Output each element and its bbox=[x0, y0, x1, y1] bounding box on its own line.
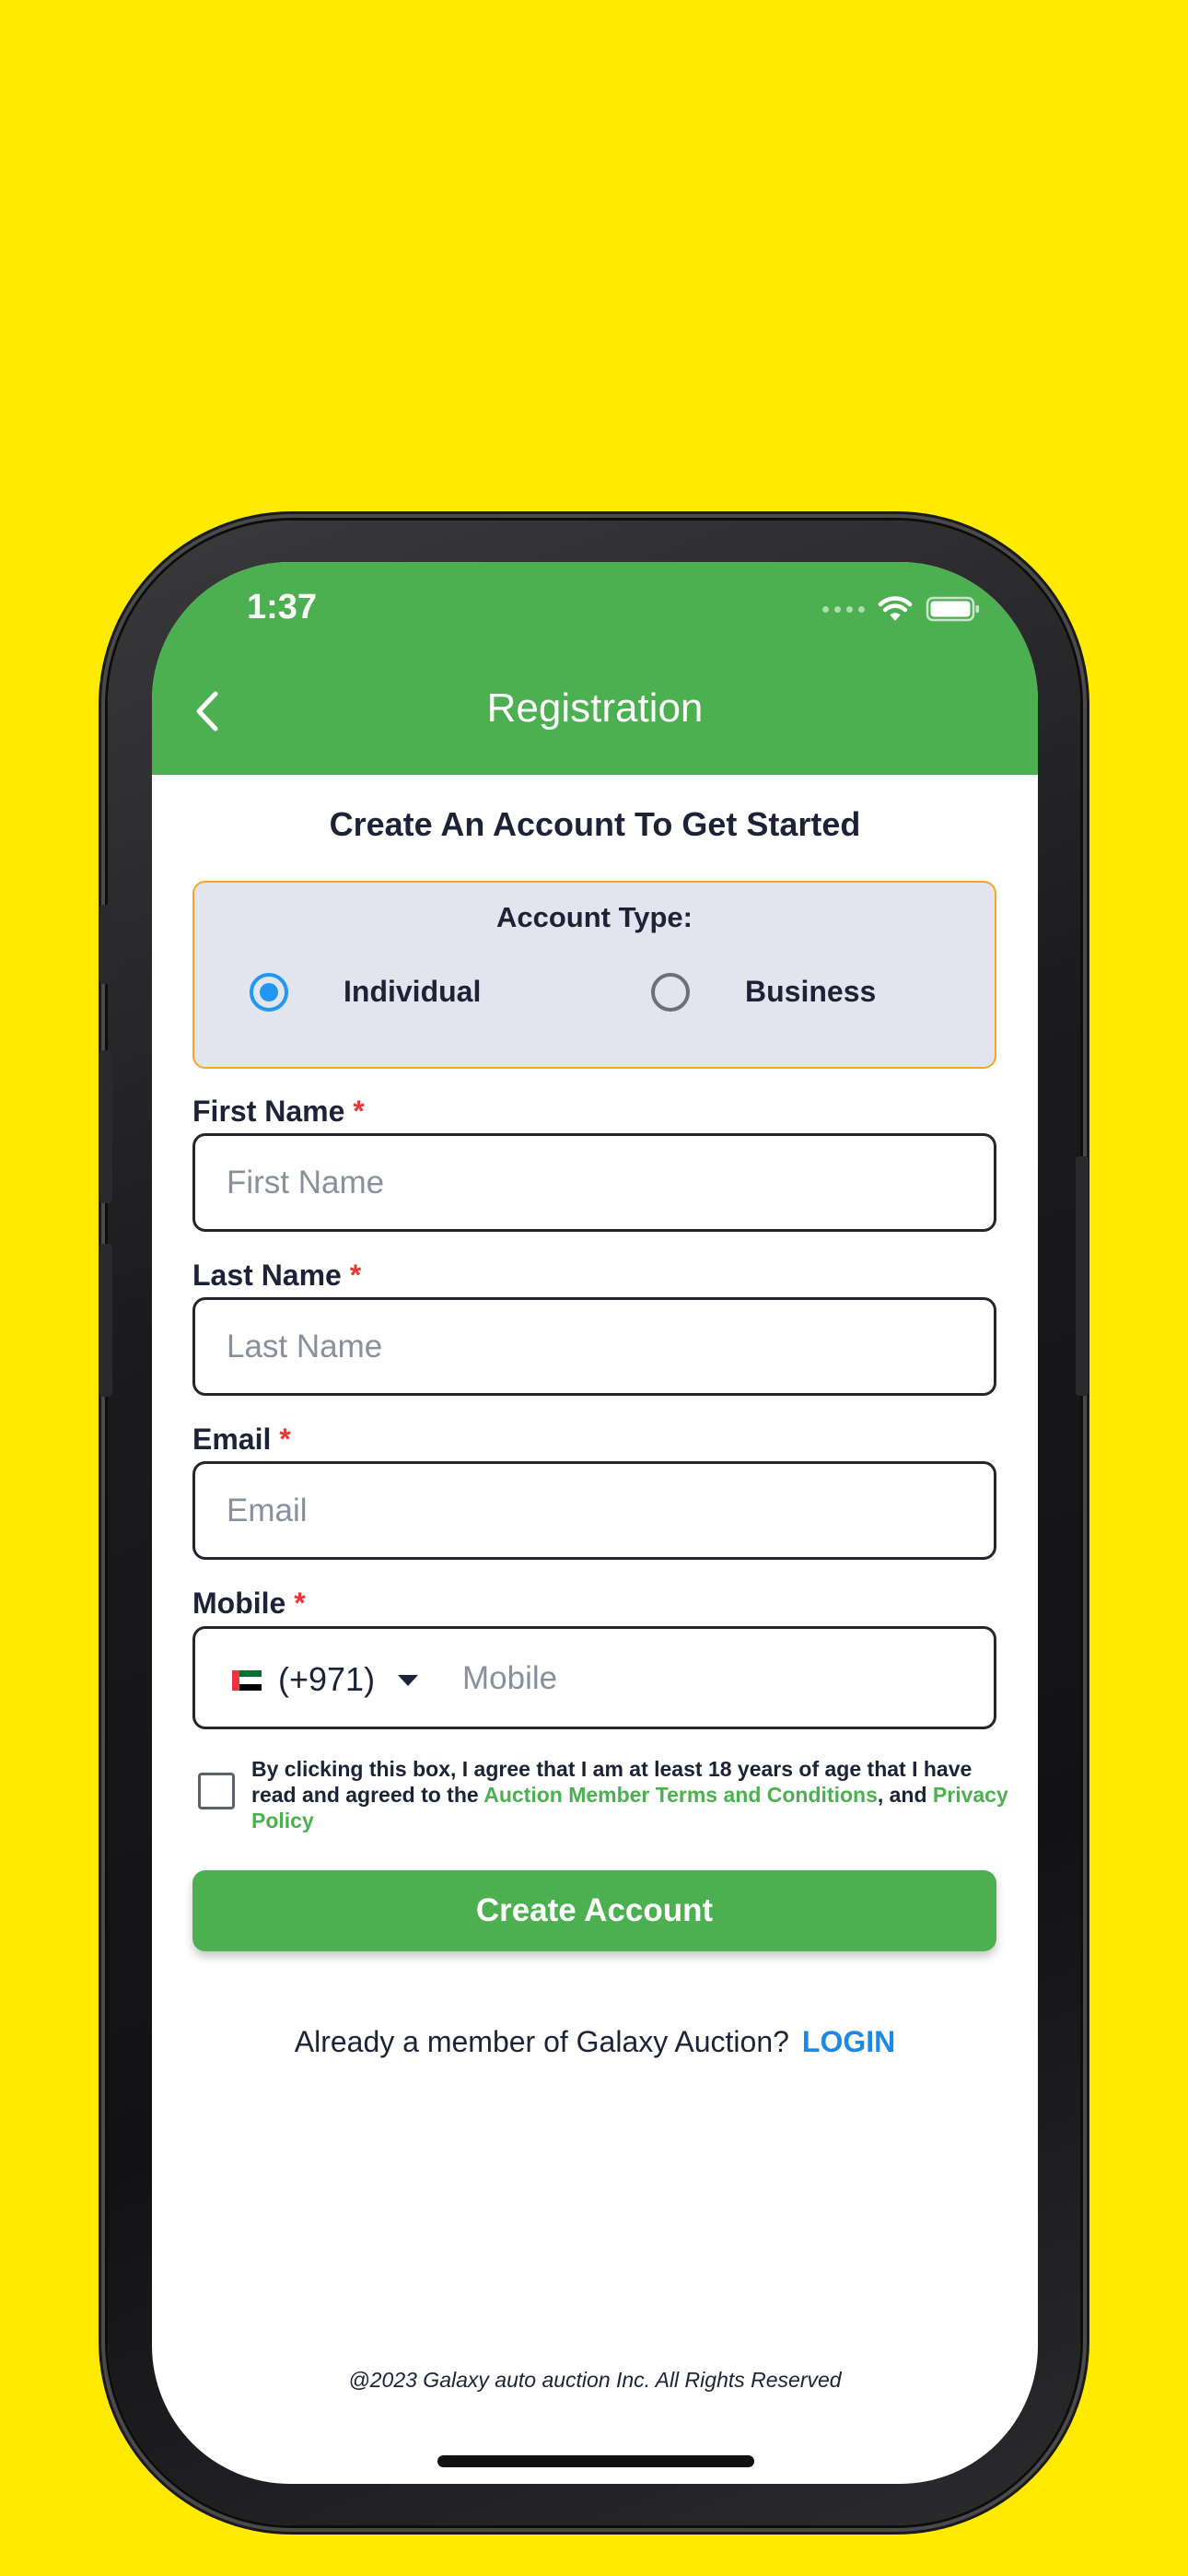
page-title: Registration bbox=[486, 685, 704, 731]
terms-text: By clicking this box, I agree that I am … bbox=[251, 1756, 1016, 1833]
radio-business[interactable] bbox=[651, 973, 690, 1012]
app-header: 1:37 Registration bbox=[152, 562, 1038, 775]
volume-down-button bbox=[99, 1244, 112, 1397]
radio-individual[interactable] bbox=[250, 973, 288, 1012]
wifi-icon bbox=[878, 596, 913, 621]
email-label-text: Email bbox=[192, 1423, 272, 1456]
form-heading: Create An Account To Get Started bbox=[329, 805, 861, 843]
required-mark: * bbox=[279, 1423, 291, 1456]
required-mark: * bbox=[353, 1095, 365, 1128]
create-account-button[interactable]: Create Account bbox=[192, 1870, 996, 1951]
home-indicator[interactable] bbox=[437, 2455, 754, 2467]
status-icons bbox=[822, 595, 981, 623]
caret-down-icon[interactable] bbox=[398, 1675, 418, 1686]
mobile-field: (+971) bbox=[192, 1626, 996, 1729]
login-link[interactable]: LOGIN bbox=[802, 2025, 895, 2058]
country-code-select[interactable]: (+971) bbox=[278, 1660, 375, 1699]
first-name-input[interactable] bbox=[192, 1133, 996, 1232]
email-input[interactable] bbox=[192, 1461, 996, 1560]
required-mark: * bbox=[294, 1587, 306, 1620]
uae-flag-icon[interactable] bbox=[232, 1670, 262, 1691]
mobile-input[interactable] bbox=[462, 1645, 978, 1712]
email-label: Email * bbox=[192, 1423, 291, 1457]
terms-checkbox[interactable] bbox=[198, 1773, 235, 1809]
phone-screen: 1:37 Registration Create An Account To G… bbox=[152, 562, 1038, 2484]
last-name-label: Last Name * bbox=[192, 1259, 361, 1293]
copyright-footer: @2023 Galaxy auto auction Inc. All Right… bbox=[348, 2368, 842, 2392]
volume-up-button bbox=[99, 1050, 112, 1203]
cellular-signal-icon bbox=[822, 605, 865, 613]
terms-conditions-link[interactable]: Auction Member Terms and Conditions bbox=[483, 1783, 878, 1807]
battery-icon bbox=[926, 596, 979, 622]
radio-label-individual[interactable]: Individual bbox=[344, 975, 481, 1009]
last-name-label-text: Last Name bbox=[192, 1259, 342, 1292]
radio-label-business[interactable]: Business bbox=[745, 975, 876, 1009]
first-name-label-text: First Name bbox=[192, 1095, 345, 1128]
login-prompt: Already a member of Galaxy Auction? bbox=[294, 2025, 789, 2058]
terms-text-middle: , and bbox=[877, 1783, 933, 1807]
required-mark: * bbox=[349, 1259, 362, 1292]
mobile-label-text: Mobile bbox=[192, 1587, 286, 1620]
mobile-label: Mobile * bbox=[192, 1587, 306, 1621]
last-name-input[interactable] bbox=[192, 1297, 996, 1396]
account-type-panel: Account Type: Individual Business bbox=[192, 881, 996, 1069]
power-button bbox=[1076, 1156, 1089, 1396]
login-prompt-row: Already a member of Galaxy Auction? LOGIN bbox=[152, 2025, 1038, 2059]
account-type-title: Account Type: bbox=[496, 901, 693, 933]
first-name-label: First Name * bbox=[192, 1095, 365, 1129]
mute-switch bbox=[99, 905, 112, 984]
status-time: 1:37 bbox=[247, 588, 318, 626]
